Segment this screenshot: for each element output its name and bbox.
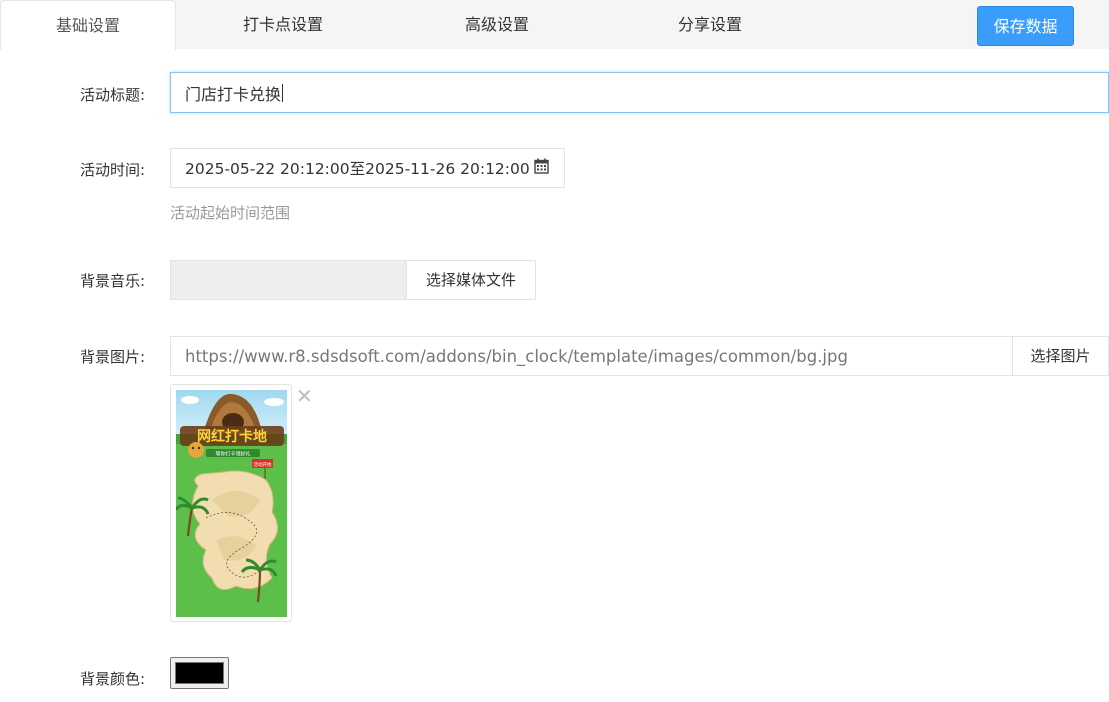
save-button[interactable]: 保存数据: [977, 6, 1074, 46]
tab-bar: 基础设置 打卡点设置 高级设置 分享设置 保存数据: [0, 0, 1109, 50]
poster-subtitle-text: 等你打卡领好礼: [215, 451, 250, 458]
time-range-value: 2025-05-22 20:12:00至2025-11-26 20:12:00: [185, 160, 530, 178]
image-label: 背景图片:: [79, 348, 145, 366]
color-swatch-fill: [175, 662, 224, 684]
tab-advanced-settings[interactable]: 高级设置: [410, 0, 584, 49]
title-label: 活动标题:: [79, 86, 145, 104]
tab-share-settings[interactable]: 分享设置: [623, 0, 797, 49]
select-image-button[interactable]: 选择图片: [1012, 336, 1109, 376]
image-url-value: https://www.r8.sdsdsoft.com/addons/bin_c…: [185, 346, 848, 366]
tab-basic-settings[interactable]: 基础设置: [0, 0, 176, 50]
tab-checkin-settings[interactable]: 打卡点设置: [196, 0, 370, 49]
map-poster-image: 网红打卡地 等你打卡领好礼 活动开始: [176, 390, 287, 617]
color-label: 背景颜色:: [79, 670, 145, 688]
poster-title-text: 网红打卡地: [197, 428, 267, 445]
select-media-button[interactable]: 选择媒体文件: [406, 260, 536, 300]
title-input[interactable]: 门店打卡兑换: [170, 72, 1109, 113]
music-input: [170, 260, 407, 300]
time-label: 活动时间:: [79, 161, 145, 179]
calendar-icon[interactable]: [534, 158, 549, 178]
time-range-input[interactable]: 2025-05-22 20:12:00至2025-11-26 20:12:00: [170, 148, 565, 188]
background-image-preview: 网红打卡地 等你打卡领好礼 活动开始: [170, 384, 292, 622]
title-input-value: 门店打卡兑换: [185, 84, 282, 104]
poster-flag-text: 活动开始: [254, 461, 272, 468]
background-color-picker[interactable]: [170, 657, 229, 689]
remove-image-close-icon[interactable]: ✕: [296, 386, 313, 406]
music-label: 背景音乐:: [79, 272, 145, 290]
time-hint: 活动起始时间范围: [170, 204, 291, 222]
image-url-input[interactable]: https://www.r8.sdsdsoft.com/addons/bin_c…: [170, 336, 1013, 376]
text-caret: [282, 83, 284, 102]
